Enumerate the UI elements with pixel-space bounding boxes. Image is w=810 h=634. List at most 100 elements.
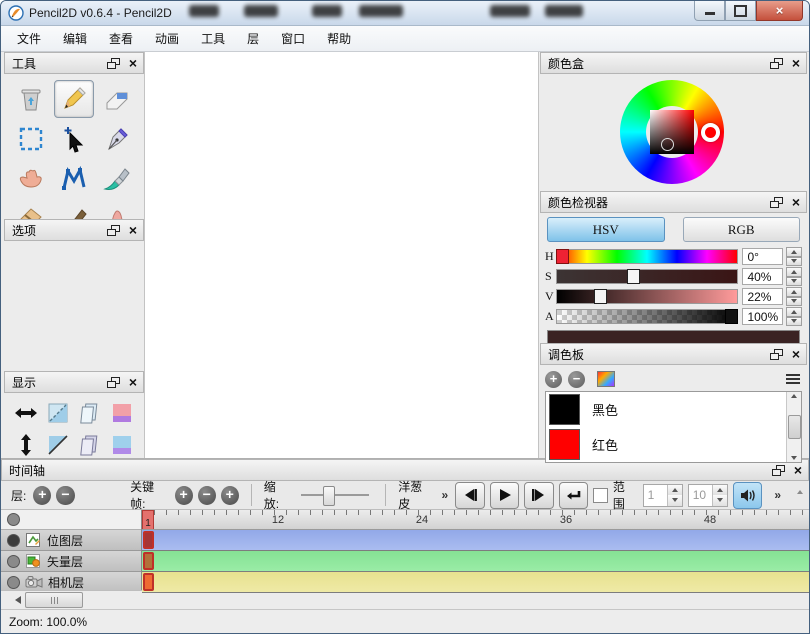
close-panel-icon[interactable]: ×: [127, 56, 139, 70]
menu-help[interactable]: 帮助: [316, 27, 362, 50]
add-layer-button[interactable]: +: [33, 486, 51, 505]
remove-layer-button[interactable]: −: [56, 486, 74, 505]
add-color-button[interactable]: +: [545, 371, 562, 388]
float-panel-icon[interactable]: [772, 465, 785, 476]
onion-prev-button[interactable]: [80, 402, 100, 424]
value-value[interactable]: 22%: [742, 288, 783, 305]
flip-horizontal-button[interactable]: [14, 404, 38, 422]
eraser-tool-button[interactable]: [98, 81, 136, 117]
previous-frame-button[interactable]: [455, 482, 485, 509]
timeline-overflow-icon[interactable]: »: [772, 488, 783, 502]
onion-expand-icon[interactable]: »: [439, 488, 450, 502]
saturation-value[interactable]: 40%: [742, 268, 783, 285]
zoom-slider-thumb[interactable]: [323, 486, 335, 506]
vector-track[interactable]: [142, 551, 809, 572]
flip-vertical-button[interactable]: [17, 433, 35, 457]
move-tool-button[interactable]: [55, 121, 93, 157]
spin-down-button[interactable]: [713, 495, 727, 506]
float-panel-icon[interactable]: [770, 349, 783, 360]
scroll-left-icon[interactable]: [15, 596, 21, 604]
brush-tool-button[interactable]: [55, 201, 93, 219]
timeline-scroll-up[interactable]: [792, 484, 807, 499]
mirror-vertical-button[interactable]: [47, 434, 69, 456]
menu-edit[interactable]: 编辑: [52, 27, 98, 50]
menu-view[interactable]: 查看: [98, 27, 144, 50]
remove-color-button[interactable]: −: [568, 371, 585, 388]
drawing-canvas[interactable]: [144, 52, 539, 458]
black-swatch[interactable]: [549, 394, 580, 425]
current-frame-marker[interactable]: 1: [142, 510, 154, 530]
onion-blue-button[interactable]: [112, 435, 132, 455]
clear-tool-button[interactable]: [12, 81, 50, 117]
scroll-up-icon[interactable]: [791, 394, 797, 398]
alpha-handle[interactable]: [725, 309, 738, 324]
sound-button[interactable]: [733, 482, 763, 509]
tab-hsv[interactable]: HSV: [547, 217, 665, 242]
saturation-slider[interactable]: [556, 269, 739, 284]
tab-rgb[interactable]: RGB: [683, 217, 801, 242]
keyframe-marker[interactable]: [143, 552, 154, 570]
spin-down-button[interactable]: [786, 317, 802, 327]
range-end-spinbox[interactable]: 10: [688, 484, 728, 507]
next-frame-button[interactable]: [524, 482, 554, 509]
polyline-tool-button[interactable]: [55, 161, 93, 197]
frame-ruler[interactable]: 12 24 36 48 1: [142, 510, 809, 530]
scroll-thumb[interactable]: [788, 415, 801, 439]
float-panel-icon[interactable]: [770, 58, 783, 69]
range-checkbox[interactable]: [593, 488, 607, 503]
close-panel-icon[interactable]: ×: [790, 195, 802, 209]
visibility-dot[interactable]: [7, 513, 20, 526]
menu-window[interactable]: 窗口: [270, 27, 316, 50]
visibility-dot[interactable]: [7, 555, 20, 568]
close-panel-icon[interactable]: ×: [790, 56, 802, 70]
range-start-spinbox[interactable]: 1: [643, 484, 683, 507]
palette-item-black[interactable]: 黑色: [546, 392, 801, 427]
bitmap-track[interactable]: [142, 530, 809, 551]
float-panel-icon[interactable]: [107, 377, 120, 388]
menu-file[interactable]: 文件: [6, 27, 52, 50]
spin-up-button[interactable]: [786, 267, 802, 277]
hscroll-thumb[interactable]: [25, 592, 83, 608]
layer-row-bitmap[interactable]: 位图层: [1, 530, 141, 551]
hue-cursor[interactable]: [701, 123, 720, 142]
onion-red-button[interactable]: [112, 403, 132, 423]
spin-up-button[interactable]: [786, 247, 802, 257]
value-handle[interactable]: [594, 289, 607, 304]
spin-down-button[interactable]: [786, 257, 802, 267]
sv-cursor[interactable]: [661, 138, 674, 151]
timeline-zoom-slider[interactable]: [301, 486, 369, 504]
saturation-value-square[interactable]: [650, 110, 694, 154]
finger-tool-button[interactable]: [98, 201, 136, 219]
palette-scrollbar[interactable]: [786, 392, 801, 462]
palette-item-red[interactable]: 红色: [546, 427, 801, 462]
float-panel-icon[interactable]: [107, 225, 120, 236]
remove-keyframe-button[interactable]: −: [198, 486, 216, 505]
spin-up-button[interactable]: [786, 307, 802, 317]
hue-value[interactable]: 0°: [742, 248, 783, 265]
close-panel-icon[interactable]: ×: [790, 347, 802, 361]
alpha-value[interactable]: 100%: [742, 308, 783, 325]
saturation-handle[interactable]: [627, 269, 640, 284]
red-swatch[interactable]: [549, 429, 580, 460]
visibility-dot[interactable]: [7, 534, 20, 547]
value-slider[interactable]: [556, 289, 739, 304]
duplicate-keyframe-button[interactable]: +: [221, 486, 239, 505]
smudge-tool-button[interactable]: [98, 161, 136, 197]
select-tool-button[interactable]: [12, 121, 50, 157]
close-panel-icon[interactable]: ×: [792, 463, 804, 477]
close-panel-icon[interactable]: ×: [127, 375, 139, 389]
keyframe-marker[interactable]: [143, 573, 154, 591]
menu-animation[interactable]: 动画: [144, 27, 190, 50]
onion-next-button[interactable]: [80, 434, 100, 456]
close-button[interactable]: ×: [756, 1, 803, 21]
hue-handle[interactable]: [556, 249, 569, 264]
spin-down-button[interactable]: [786, 277, 802, 287]
hue-slider[interactable]: [556, 249, 739, 264]
close-panel-icon[interactable]: ×: [127, 223, 139, 237]
spin-up-button[interactable]: [713, 485, 727, 496]
restore-button[interactable]: [725, 1, 756, 21]
spin-up-button[interactable]: [786, 287, 802, 297]
spin-up-button[interactable]: [668, 485, 682, 496]
spin-down-button[interactable]: [786, 297, 802, 307]
scroll-down-icon[interactable]: [791, 456, 797, 460]
